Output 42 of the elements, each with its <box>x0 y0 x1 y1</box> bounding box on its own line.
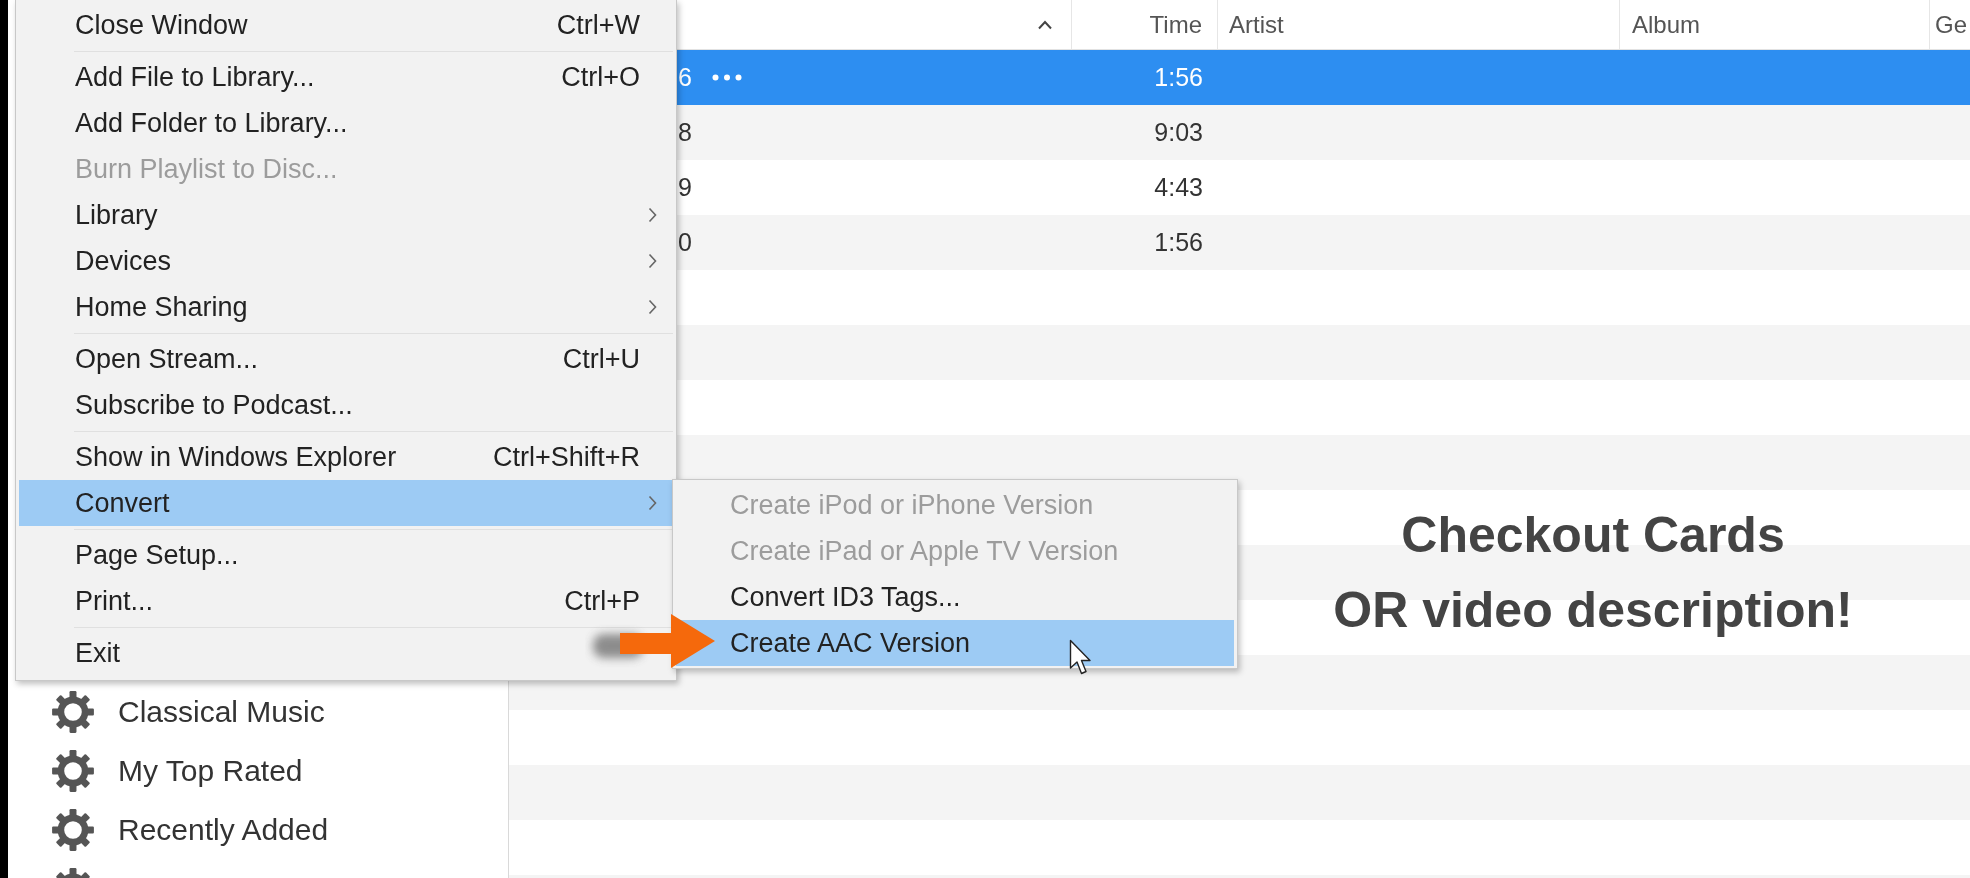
menu-item[interactable]: Close Window Ctrl+W <box>19 2 673 48</box>
shortcut-text: Ctrl+W <box>556 8 640 42</box>
menu-item[interactable]: Exit <box>19 630 140 676</box>
ellipsis-icon[interactable] <box>711 74 742 81</box>
gear-icon <box>51 689 95 734</box>
shortcut-text: Ctrl+P <box>564 584 640 618</box>
caption-text: OR video description! <box>1333 581 1853 640</box>
shortcut-text: Ctrl+U <box>562 342 640 376</box>
gear-icon <box>51 807 95 852</box>
menu-item[interactable]: Convert ID3 Tags... <box>676 574 1234 620</box>
sidebar-item[interactable]: My Top Rated <box>8 741 313 800</box>
shortcut-text: Ctrl+Shift+R <box>492 440 640 474</box>
menu-item[interactable]: Open Stream... Ctrl+U <box>19 336 673 382</box>
chevron-up-icon[interactable] <box>1037 19 1053 30</box>
gear-icon <box>51 748 95 793</box>
track-time: 4:43 <box>1154 171 1203 203</box>
menu-item[interactable]: Subscribe to Podcast... <box>19 382 373 428</box>
track-name: 0 <box>678 226 692 258</box>
menu-item[interactable]: Add Folder to Library... <box>19 100 368 146</box>
sidebar-item[interactable]: Classical Music <box>8 682 335 741</box>
cursor-icon <box>1069 639 1092 676</box>
menu-item[interactable]: Library <box>19 192 673 238</box>
track-name: 6 <box>678 61 692 93</box>
shortcut-text: Ctrl+O <box>561 60 640 94</box>
track-name: 9 <box>678 171 692 203</box>
menu-item[interactable]: Devices <box>19 238 673 284</box>
menu-item[interactable]: Create AAC Version <box>676 620 1234 666</box>
column-header[interactable]: Album <box>1620 0 1701 49</box>
track-name: 8 <box>678 116 692 148</box>
column-header[interactable]: Time <box>1149 0 1217 49</box>
column-header[interactable]: Ge <box>1930 0 1967 49</box>
sidebar-item[interactable]: Recently Added <box>8 800 339 859</box>
menu-item[interactable]: Home Sharing <box>19 284 673 330</box>
caption-text: Checkout Cards <box>1401 506 1785 565</box>
track-time: 1:56 <box>1154 61 1203 93</box>
track-time: 1:56 <box>1154 226 1203 258</box>
menu-item[interactable]: Page Setup... <box>19 532 259 578</box>
column-header[interactable]: Artist <box>1218 0 1284 49</box>
menu-item[interactable]: Show in Windows Explorer Ctrl+Shift+R <box>19 434 673 480</box>
menu-item[interactable]: Convert <box>19 480 673 526</box>
track-time: 9:03 <box>1154 116 1203 148</box>
menu-item[interactable]: Print... Ctrl+P <box>19 578 673 624</box>
